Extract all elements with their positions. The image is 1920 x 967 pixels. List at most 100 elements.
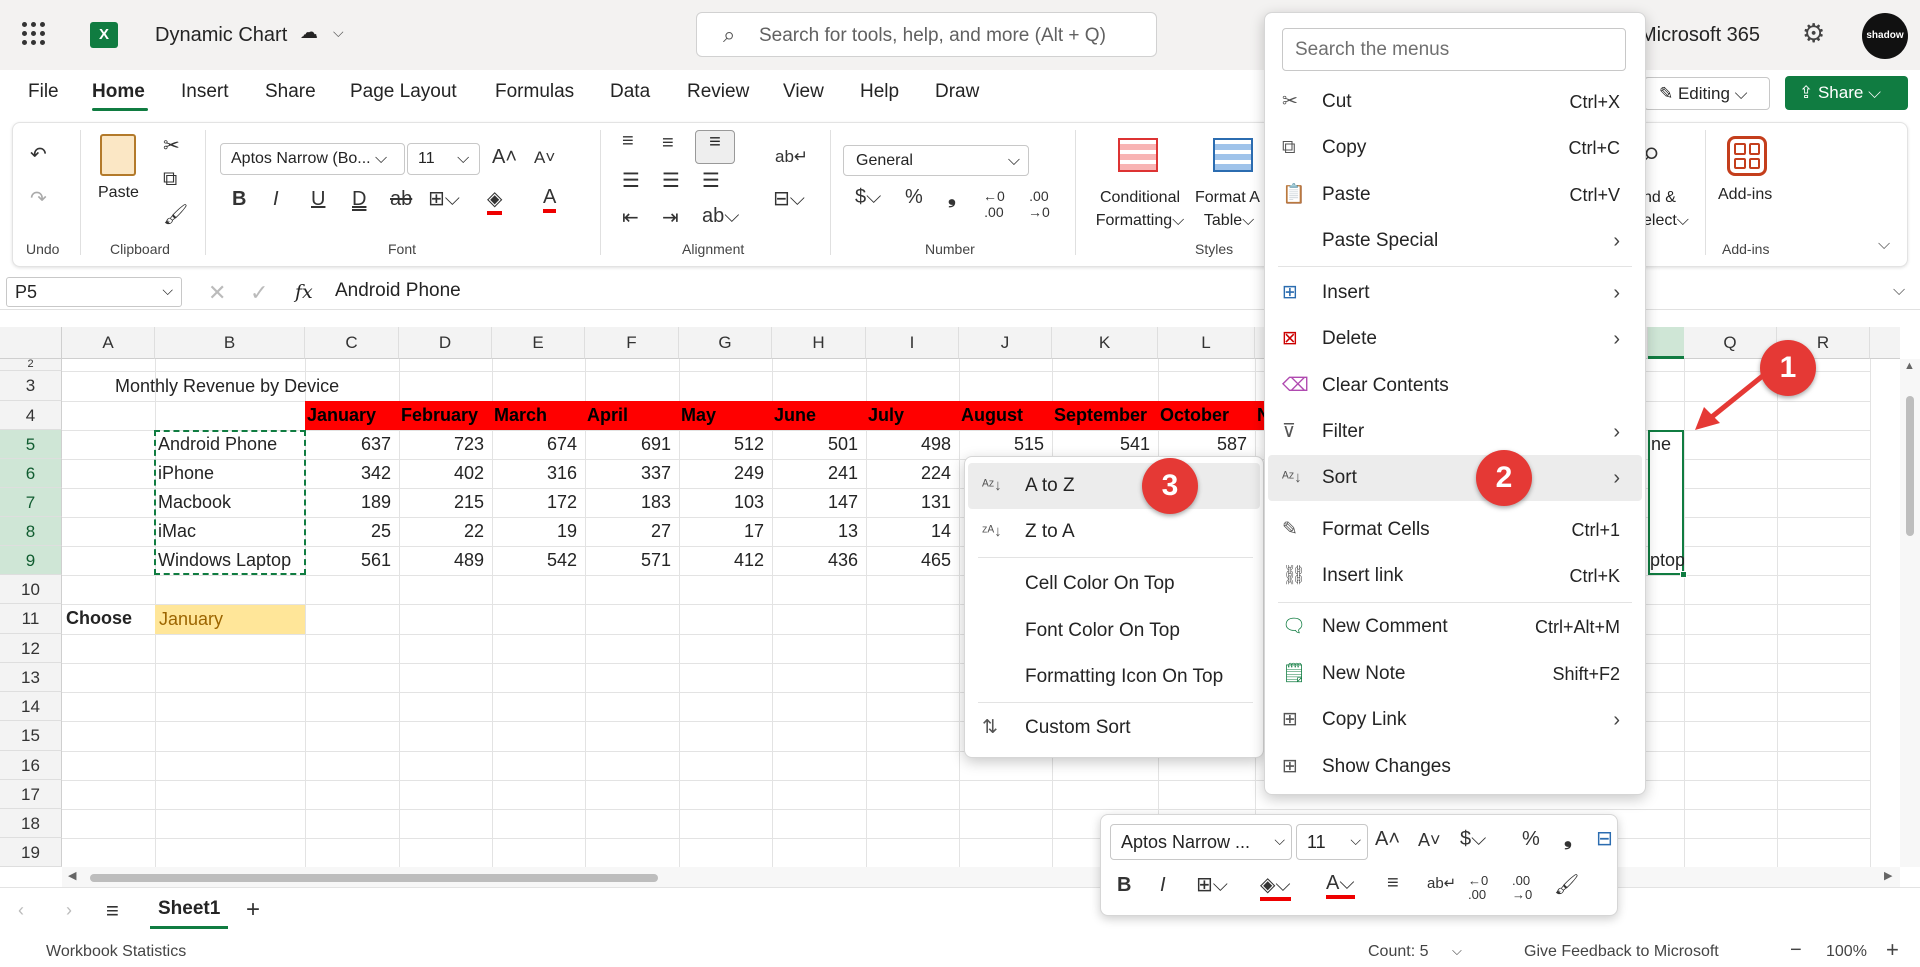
value-cell[interactable]: 489 [399,546,492,575]
menu-item-clear-contents[interactable]: ⌫ Clear Contents [1268,363,1642,409]
value-cell[interactable]: 14 [866,517,959,546]
horizontal-scrollbar-thumb[interactable] [90,874,658,882]
workbook-title[interactable]: Dynamic Chart [155,24,287,47]
increase-indent-icon[interactable]: ⇥ [662,205,679,230]
value-cell[interactable]: 172 [492,488,585,517]
redo-icon[interactable]: ↷ [30,186,47,211]
menu-item-new-comment[interactable]: 🗨 New Comment Ctrl+Alt+M [1268,604,1642,650]
value-cell[interactable]: 691 [585,430,679,459]
tab-review[interactable]: Review [687,81,749,103]
menu-item-paste[interactable]: 📋 Paste Ctrl+V [1268,172,1642,218]
menu-item-copy[interactable]: ⧉ Copy Ctrl+C [1268,125,1642,171]
value-cell[interactable]: 561 [305,546,399,575]
feedback-link[interactable]: Give Feedback to Microsoft [1524,943,1719,961]
orientation-icon[interactable]: ab⌵ [702,205,739,228]
enter-icon[interactable]: ✓ [250,280,268,306]
menu-item-sort[interactable]: ᴬᶻ↓ Sort › [1268,455,1642,501]
sort-z-to-a-item[interactable]: ᶻᴬ↓ Z to A [968,509,1260,555]
row-header[interactable]: 4 [0,401,62,430]
fill-color-icon[interactable]: ◈ [487,186,503,215]
strikethrough-icon[interactable]: ab [390,188,412,211]
align-top-icon[interactable]: ≡ [622,130,634,153]
tab-insert[interactable]: Insert [181,81,229,103]
value-cell[interactable]: 436 [772,546,866,575]
col-header-h[interactable]: H [772,327,866,359]
menu-item-insert[interactable]: ⊞ Insert › [1268,270,1642,316]
workbook-statistics[interactable]: Workbook Statistics [46,943,186,961]
scissors-icon[interactable]: ✂ [163,133,180,158]
value-cell[interactable]: 587 [1158,430,1255,459]
value-cell[interactable]: 465 [866,546,959,575]
row-header[interactable]: 11 [0,604,62,634]
next-sheet-icon[interactable]: › [66,900,72,921]
font-name-select[interactable]: Aptos Narrow (Bo... ⌵ [220,143,405,175]
value-cell[interactable]: 402 [399,459,492,488]
font-size-select[interactable]: 11 ⌵ [407,143,480,175]
menu-item-cut[interactable]: ✂ Cut Ctrl+X [1268,79,1642,125]
borders-icon[interactable]: ⊞⌵ [428,186,460,211]
tab-file[interactable]: File [28,81,59,103]
increase-font-icon[interactable]: A˄ [492,146,517,169]
decrease-decimal-icon[interactable]: .00 →0 [1028,188,1050,220]
all-sheets-icon[interactable]: ≡ [106,898,119,924]
copy-icon[interactable]: ⧉ [163,168,177,191]
mini-fill-color-icon[interactable]: ◈⌵ [1260,872,1291,901]
vertical-scrollbar-thumb[interactable] [1906,396,1914,536]
value-cell[interactable]: 189 [305,488,399,517]
menu-item-format-cells[interactable]: ✎ Format Cells Ctrl+1 [1268,507,1642,553]
underline-icon[interactable]: U [311,188,325,211]
mini-increase-font-icon[interactable]: A˄ [1375,828,1400,851]
tab-data[interactable]: Data [610,81,650,103]
col-header-a[interactable]: A [62,327,155,359]
row-header[interactable]: 15 [0,721,62,751]
addins-label[interactable]: Add-ins [1718,186,1772,204]
menu-item-paste-special[interactable]: Paste Special › [1268,218,1642,264]
merge-center-icon[interactable]: ⊟⌵ [773,186,805,211]
scroll-right-icon[interactable]: ▶ [1884,869,1892,882]
menu-item-insert-link[interactable]: ⛓ Insert link Ctrl+K [1268,553,1642,599]
row-header[interactable]: 5 [0,430,62,459]
menu-item-delete[interactable]: ⊠ Delete › [1268,316,1642,362]
cell-color-on-top-item[interactable]: Cell Color On Top [968,561,1260,607]
tab-formulas[interactable]: Formulas [495,81,574,103]
row-header[interactable]: 13 [0,663,62,692]
col-header-c[interactable]: C [305,327,399,359]
conditional-formatting-label[interactable]: Conditional Formatting⌵ [1094,186,1186,232]
tab-view[interactable]: View [783,81,824,103]
menu-item-filter[interactable]: ⊽ Filter › [1268,409,1642,455]
avatar[interactable]: shadow [1862,13,1908,59]
decrease-indent-icon[interactable]: ⇤ [622,205,639,230]
value-cell[interactable]: 13 [772,517,866,546]
format-as-table-icon[interactable] [1213,138,1253,172]
align-center-icon[interactable]: ☰ [662,168,680,193]
zoom-out-icon[interactable]: − [1790,939,1802,962]
decrease-font-icon[interactable]: A˅ [534,148,555,168]
undo-icon[interactable]: ↶ [30,142,47,167]
month-header[interactable]: January [305,401,399,430]
conditional-formatting-icon[interactable] [1118,138,1158,172]
value-cell[interactable]: 22 [399,517,492,546]
select-all-corner[interactable] [0,327,62,359]
month-header[interactable]: June [772,401,866,430]
paste-icon[interactable] [100,134,136,176]
formula-input[interactable]: Android Phone [335,280,461,302]
comma-style-icon[interactable]: ❟ [948,186,956,209]
mini-font-name-select[interactable]: Aptos Narrow ... ⌵ [1110,824,1292,860]
name-box[interactable]: P5 ⌵ [6,277,182,307]
formula-expand-icon[interactable]: ⌵ [1893,282,1905,300]
tab-page-layout[interactable]: Page Layout [350,81,457,103]
month-header[interactable]: April [585,401,679,430]
sheet-title[interactable]: Monthly Revenue by Device [115,372,339,401]
mini-decrease-font-icon[interactable]: A˅ [1418,830,1441,851]
row-header[interactable]: 19 [0,838,62,867]
value-cell[interactable]: 542 [492,546,585,575]
mini-currency-icon[interactable]: $⌵ [1460,828,1486,851]
value-cell[interactable]: 147 [772,488,866,517]
value-cell[interactable]: 571 [585,546,679,575]
custom-sort-item[interactable]: ⇅ Custom Sort [968,705,1260,751]
row-header[interactable]: 18 [0,809,62,838]
editing-mode-button[interactable]: ✎ Editing ⌵ [1644,77,1770,110]
zoom-level[interactable]: 100% [1826,943,1867,961]
value-cell[interactable]: 512 [679,430,772,459]
month-header[interactable]: February [399,401,492,430]
